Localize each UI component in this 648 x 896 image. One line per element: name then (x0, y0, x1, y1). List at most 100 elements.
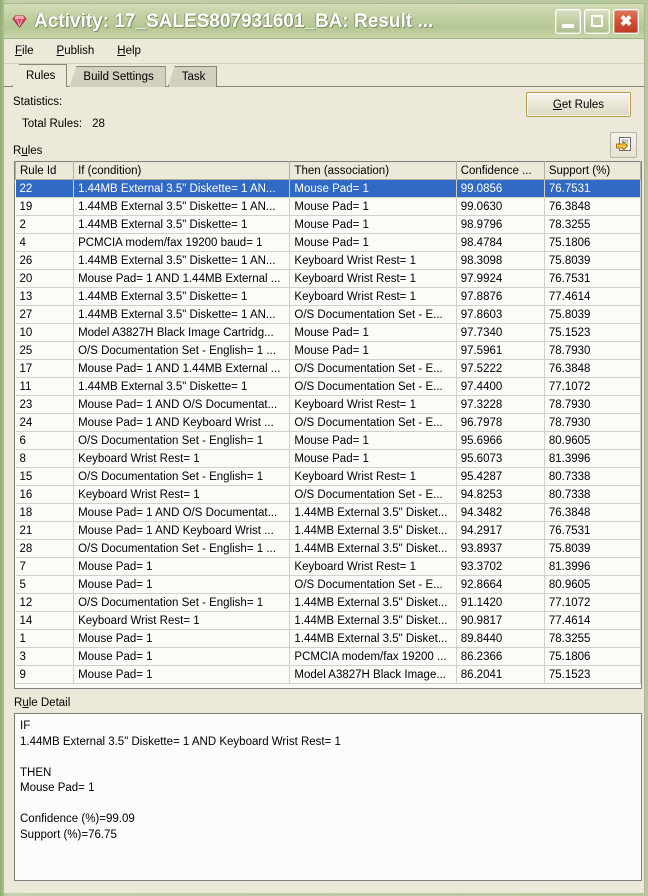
cell-then-association: 1.44MB External 3.5" Disket... (289, 521, 457, 540)
table-row[interactable]: 2 1.44MB External 3.5" Diskette= 1 Mouse P… (15, 215, 641, 234)
minimize-button[interactable] (555, 8, 581, 34)
table-row[interactable]: 3 Mouse Pad= 1 PCMCIA modem/fax 19200 ... 8… (15, 647, 641, 666)
table-row[interactable]: 5 Mouse Pad= 1 O/S Documentation Set - E..… (15, 575, 641, 594)
cell-support: 76.7531 (544, 521, 641, 540)
cell-rule-id: 24 (15, 413, 75, 432)
column-header-then[interactable]: Then (association) (289, 161, 457, 180)
cell-if-condition: Mouse Pad= 1 (73, 647, 291, 666)
cell-if-condition: Keyboard Wrist Rest= 1 (73, 449, 291, 468)
tab-rules-label: Rules (26, 70, 56, 82)
table-row[interactable]: 16 Keyboard Wrist Rest= 1 O/S Documentatio… (15, 485, 641, 504)
table-row[interactable]: 6 O/S Documentation Set - English= 1 Mouse… (15, 431, 641, 450)
table-row[interactable]: 7 Mouse Pad= 1 Keyboard Wrist Rest= 1 93.37… (15, 557, 641, 576)
cell-support: 78.7930 (544, 395, 641, 414)
cell-support: 78.3255 (544, 215, 641, 234)
table-row[interactable]: 28 O/S Documentation Set - English= 1 ...… (15, 539, 641, 558)
cell-if-condition: O/S Documentation Set - English= 1 (73, 467, 291, 486)
tab-task[interactable]: Task (167, 66, 218, 87)
table-row[interactable]: 14 Keyboard Wrist Rest= 1 1.44MB External … (15, 611, 641, 630)
column-header-confidence[interactable]: Confidence ... (455, 161, 545, 180)
cell-if-condition: Mouse Pad= 1 (73, 665, 291, 684)
cell-then-association: Mouse Pad= 1 (289, 323, 457, 342)
table-row[interactable]: 20 Mouse Pad= 1 AND 1.44MB External ... Ke… (15, 269, 641, 288)
table-row[interactable]: 11 1.44MB External 3.5" Diskette= 1 O/S Do… (15, 377, 641, 396)
cell-confidence: 94.3482 (456, 503, 545, 522)
cell-then-association: O/S Documentation Set - E... (289, 485, 457, 504)
cell-if-condition: Mouse Pad= 1 (73, 557, 291, 576)
cell-then-association: 1.44MB External 3.5" Disket... (289, 593, 457, 612)
rules-label: Rules (13, 145, 43, 157)
cell-support: 77.4614 (544, 611, 641, 630)
title-bar[interactable]: Activity: 17_SALES807931601_BA: Result .… (4, 4, 644, 39)
cell-if-condition: O/S Documentation Set - English= 1 (73, 593, 291, 612)
close-button[interactable]: ✖ (613, 8, 639, 34)
cell-confidence: 97.5961 (456, 341, 545, 360)
cell-support: 77.1072 (544, 593, 641, 612)
rule-detail-label: Rule Detail (14, 697, 71, 709)
cell-rule-id: 28 (15, 539, 75, 558)
table-row[interactable]: 21 Mouse Pad= 1 AND Keyboard Wrist ... 1.4… (15, 521, 641, 540)
table-row[interactable]: 9 Mouse Pad= 1 Model A3827H Black Image...… (15, 665, 641, 684)
table-row[interactable]: 25 O/S Documentation Set - English= 1 ...… (15, 341, 641, 360)
table-row[interactable]: 24 Mouse Pad= 1 AND Keyboard Wrist ... O/S… (15, 413, 641, 432)
cell-then-association: Keyboard Wrist Rest= 1 (289, 467, 457, 486)
menu-item-help[interactable]: Help (115, 44, 143, 58)
table-row[interactable]: 27 1.44MB External 3.5" Diskette= 1 AN...… (15, 305, 641, 324)
cell-rule-id: 22 (15, 179, 75, 198)
cell-if-condition: 1.44MB External 3.5" Diskette= 1 (73, 377, 291, 396)
cell-rule-id: 3 (15, 647, 75, 666)
table-row[interactable]: 15 O/S Documentation Set - English= 1 Keyb… (15, 467, 641, 486)
cell-confidence: 94.8253 (456, 485, 545, 504)
cell-support: 77.4614 (544, 287, 641, 306)
tab-rules[interactable]: Rules (12, 64, 68, 87)
cell-rule-id: 25 (15, 341, 75, 360)
cell-rule-id: 4 (15, 233, 75, 252)
cell-if-condition: 1.44MB External 3.5" Diskette= 1 AN... (73, 179, 291, 198)
table-body: 22 1.44MB External 3.5" Diskette= 1 AN...… (15, 179, 641, 684)
menu-item-file[interactable]: File (13, 44, 36, 58)
cell-rule-id: 7 (15, 557, 75, 576)
table-row[interactable]: 4 PCMCIA modem/fax 19200 baud= 1 Mouse Pad… (15, 233, 641, 252)
total-rules-value: 28 (92, 118, 105, 130)
table-row[interactable]: 8 Keyboard Wrist Rest= 1 Mouse Pad= 1 95.60… (15, 449, 641, 468)
table-row[interactable]: 13 1.44MB External 3.5" Diskette= 1 Keyboa… (15, 287, 641, 306)
cell-rule-id: 1 (15, 629, 75, 648)
cell-rule-id: 26 (15, 251, 75, 270)
cell-then-association: Mouse Pad= 1 (289, 449, 457, 468)
column-header-support[interactable]: Support (%) (543, 161, 641, 180)
export-arrow-icon (615, 137, 631, 152)
cell-support: 76.3848 (544, 503, 641, 522)
rules-table-container[interactable]: Rule Id If (condition) Then (association… (14, 161, 642, 689)
cell-support: 80.7338 (544, 485, 641, 504)
table-row[interactable]: 26 1.44MB External 3.5" Diskette= 1 AN...… (15, 251, 641, 270)
export-button[interactable] (610, 132, 637, 158)
cell-support: 76.7531 (544, 179, 641, 198)
rule-detail-text[interactable]: IF 1.44MB External 3.5" Diskette= 1 AND … (14, 713, 642, 881)
cell-rule-id: 8 (15, 449, 75, 468)
menu-item-publish-label: ublish (64, 45, 95, 57)
cell-confidence: 89.8440 (456, 629, 545, 648)
maximize-button[interactable] (584, 8, 610, 34)
cell-support: 75.1806 (544, 233, 641, 252)
table-row[interactable]: 1 Mouse Pad= 1 1.44MB External 3.5" Disket… (15, 629, 641, 648)
cell-confidence: 94.2917 (456, 521, 545, 540)
table-row[interactable]: 17 Mouse Pad= 1 AND 1.44MB External ... O/… (15, 359, 641, 378)
table-row[interactable]: 12 O/S Documentation Set - English= 1 1.44… (15, 593, 641, 612)
tab-build-settings[interactable]: Build Settings (69, 66, 166, 87)
cell-if-condition: Mouse Pad= 1 AND O/S Documentat... (73, 503, 291, 522)
menu-item-publish[interactable]: Publish (55, 44, 97, 58)
column-header-rule-id[interactable]: Rule Id (15, 161, 75, 180)
table-row[interactable]: 10 Model A3827H Black Image Cartridg... Mo… (15, 323, 641, 342)
rules-table: Rule Id If (condition) Then (association… (15, 161, 641, 684)
cell-if-condition: Keyboard Wrist Rest= 1 (73, 485, 291, 504)
cell-confidence: 86.2041 (456, 665, 545, 684)
column-header-if[interactable]: If (condition) (73, 161, 291, 180)
table-row[interactable]: 22 1.44MB External 3.5" Diskette= 1 AN...… (15, 179, 641, 198)
table-row[interactable]: 18 Mouse Pad= 1 AND O/S Documentat... 1.44… (15, 503, 641, 522)
cell-if-condition: 1.44MB External 3.5" Diskette= 1 AN... (73, 305, 291, 324)
tab-build-settings-label: Build Settings (83, 71, 154, 83)
table-row[interactable]: 23 Mouse Pad= 1 AND O/S Documentat... Keyb… (15, 395, 641, 414)
table-row[interactable]: 19 1.44MB External 3.5" Diskette= 1 AN...… (15, 197, 641, 216)
cell-confidence: 98.4784 (456, 233, 545, 252)
get-rules-button[interactable]: Get Rules (526, 92, 631, 117)
